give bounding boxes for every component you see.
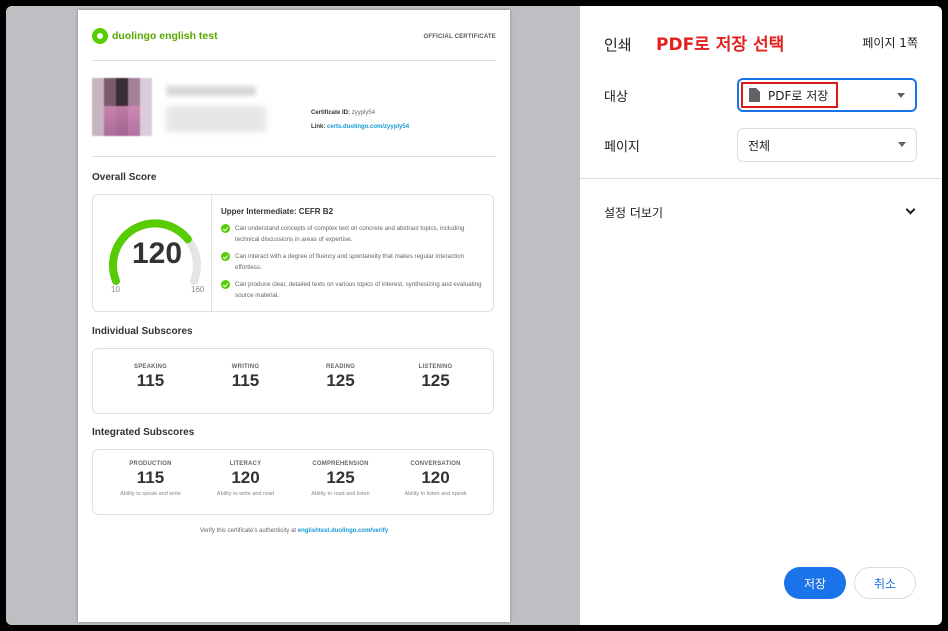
header-divider (92, 60, 496, 61)
certificate-page: duolingo english test OFFICIAL CERTIFICA… (78, 10, 510, 622)
pages-label: 페이지 (604, 140, 640, 155)
subscore-comprehension: COMPREHENSION 125 Ability to read and list… (296, 461, 386, 497)
candidate-photo-blurred (92, 78, 152, 136)
descriptor-item: Can produce clear, detailed texts on var… (221, 279, 483, 301)
gauge-max-label: 160 (191, 285, 205, 294)
certificate-link: certs.duolingo.com/zyyply54 (327, 124, 410, 130)
print-settings-panel: 인쇄 PDF로 저장 선택 페이지 1쪽 대상 PDF로 저장 페이지 전체 설… (580, 6, 942, 625)
more-settings-toggle[interactable]: 설정 더보기 (604, 204, 663, 221)
subscore-label: LISTENING (418, 364, 453, 370)
settings-divider (580, 178, 942, 179)
subscore-value: 115 (136, 468, 165, 487)
subscore-writing: WRITING 115 (201, 364, 291, 391)
subscore-conversation: CONVERSATION 120 Ability to listen and spe… (391, 461, 481, 497)
subscore-label: LITERACY (229, 461, 262, 467)
duolingo-logo-icon (92, 28, 108, 44)
pages-value: 전체 (748, 138, 771, 153)
subscore-desc: Ability to write and read (216, 491, 275, 497)
subscore-desc: Ability to read and listen (311, 491, 370, 497)
profile-divider (92, 156, 496, 157)
official-certificate-label: OFFICIAL CERTIFICATE (423, 34, 496, 40)
link-label: Link: (311, 124, 326, 130)
overall-score-title: Overall Score (92, 172, 157, 183)
print-preview-area[interactable]: duolingo english test OFFICIAL CERTIFICA… (6, 6, 580, 625)
subscore-value: 125 (421, 371, 450, 390)
subscore-desc: Ability to speak and write (120, 491, 181, 497)
save-button[interactable]: 저장 (784, 567, 846, 599)
verify-note: Verify this certificate's authenticity a… (78, 528, 510, 534)
subscore-label: WRITING (231, 364, 260, 370)
certificate-info: Certificate ID: zyyply54 Link: certs.duo… (311, 106, 409, 134)
integrated-subscores-title: Integrated Subscores (92, 427, 195, 438)
subscore-value: 125 (326, 468, 355, 487)
subscore-production: PRODUCTION 115 Ability to speak and write (106, 461, 196, 497)
descriptor-text: Can produce clear, detailed texts on var… (235, 281, 482, 299)
descriptor-text: Can understand concepts of complex text … (235, 225, 465, 243)
candidate-name-blurred (166, 86, 256, 96)
subscore-label: PRODUCTION (129, 461, 172, 467)
logo-text: duolingo english test (112, 30, 218, 42)
subscore-reading: READING 125 (296, 364, 386, 391)
subscore-value: 120 (421, 468, 450, 487)
subscore-value: 120 (231, 468, 260, 487)
integrated-subscores-box: PRODUCTION 115 Ability to speak and write … (92, 449, 494, 515)
individual-subscores-title: Individual Subscores (92, 326, 193, 337)
score-gauge: 120 10 160 (99, 199, 209, 299)
verify-link: englishtest.duolingo.com/verify (297, 528, 389, 534)
page-count: 페이지 1쪽 (862, 36, 918, 50)
check-icon (221, 280, 230, 289)
descriptor-item: Can understand concepts of complex text … (221, 223, 483, 245)
descriptor-text: Can interact with a degree of fluency an… (235, 253, 465, 271)
certificate-id-label: Certificate ID: (311, 110, 351, 116)
destination-select[interactable]: PDF로 저장 (737, 78, 917, 112)
destination-label: 대상 (604, 90, 628, 105)
individual-subscores-box: SPEAKING 115 WRITING 115 READING 125 LISTEN… (92, 348, 494, 414)
descriptor-item: Can interact with a degree of fluency an… (221, 251, 483, 273)
annotation-label: PDF로 저장 선택 (656, 35, 785, 55)
gauge-min-label: 10 (111, 285, 120, 294)
overall-score-box: 120 10 160 Upper Intermediate: CEFR B2 C… (92, 194, 494, 312)
candidate-details-blurred (166, 106, 266, 132)
subscore-desc: Ability to listen and speak (404, 491, 467, 497)
check-icon (221, 224, 230, 233)
dropdown-arrow-icon (898, 142, 906, 147)
print-dialog: duolingo english test OFFICIAL CERTIFICA… (6, 6, 942, 625)
cancel-button[interactable]: 취소 (854, 567, 916, 599)
print-title: 인쇄 (604, 36, 632, 54)
descriptor-list: Can understand concepts of complex text … (221, 223, 483, 307)
subscore-label: SPEAKING (134, 364, 167, 370)
subscore-label: READING (325, 364, 356, 370)
subscore-label: COMPREHENSION (312, 461, 369, 467)
overall-score-value: 120 (131, 237, 183, 270)
subscore-value: 125 (326, 371, 355, 390)
subscore-value: 115 (231, 371, 260, 390)
subscore-speaking: SPEAKING 115 (106, 364, 196, 391)
pages-select[interactable]: 전체 (737, 128, 917, 162)
certificate-id-value: zyyply54 (351, 110, 376, 116)
score-box-divider (211, 195, 212, 311)
check-icon (221, 252, 230, 261)
verify-text: Verify this certificate's authenticity a… (199, 528, 297, 534)
chevron-down-icon[interactable] (905, 204, 916, 215)
subscore-value: 115 (136, 371, 165, 390)
subscore-literacy: LITERACY 120 Ability to write and read (201, 461, 291, 497)
dropdown-arrow-icon (897, 93, 905, 98)
subscore-listening: LISTENING 125 (391, 364, 481, 391)
subscore-label: CONVERSATION (410, 461, 461, 467)
cefr-level-title: Upper Intermediate: CEFR B2 (221, 207, 334, 216)
duolingo-logo: duolingo english test (92, 28, 218, 44)
